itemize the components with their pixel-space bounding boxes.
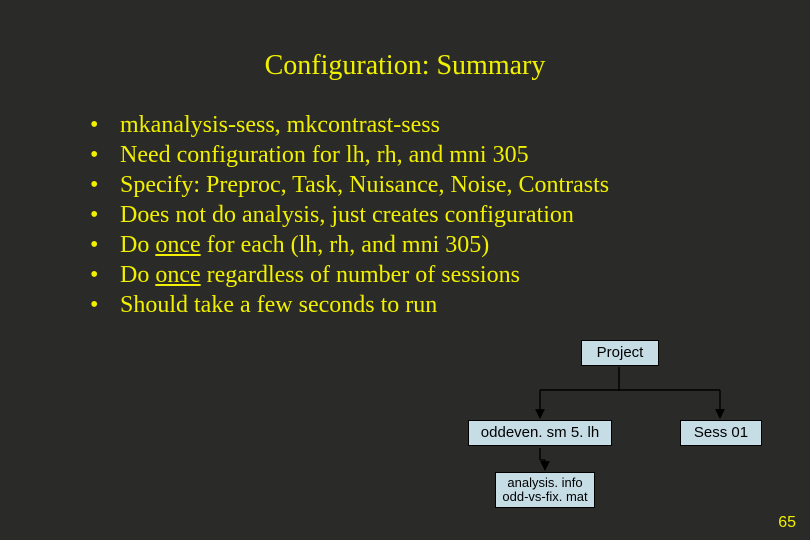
bullet-text: Specify: Preproc, Task, Nuisance, Noise,… [120,170,770,200]
list-item: • Need configuration for lh, rh, and mni… [90,140,770,170]
list-item: • Does not do analysis, just creates con… [90,200,770,230]
diagram-box-oddeven: oddeven. sm 5. lh [468,420,612,446]
list-item: • mkanalysis-sess, mkcontrast-sess [90,110,770,140]
bullet-marker: • [90,140,120,170]
bullet-text: Do once for each (lh, rh, and mni 305) [120,230,770,260]
slide-title: Configuration: Summary [0,0,810,110]
bullet-text: Should take a few seconds to run [120,290,770,320]
diagram-box-project: Project [581,340,659,366]
bullet-marker: • [90,200,120,230]
bullet-text: mkanalysis-sess, mkcontrast-sess [120,110,770,140]
list-item: • Should take a few seconds to run [90,290,770,320]
bullet-text: Do once regardless of number of sessions [120,260,770,290]
bullet-marker: • [90,290,120,320]
diagram-box-sess: Sess 01 [680,420,762,446]
list-item: • Do once regardless of number of sessio… [90,260,770,290]
bullet-marker: • [90,260,120,290]
bullet-marker: • [90,230,120,260]
list-item: • Do once for each (lh, rh, and mni 305) [90,230,770,260]
bullet-marker: • [90,110,120,140]
bullet-list: • mkanalysis-sess, mkcontrast-sess • Nee… [0,110,810,320]
bullet-text: Does not do analysis, just creates confi… [120,200,770,230]
page-number: 65 [778,514,796,532]
diagram-box-analysis: analysis. info odd-vs-fix. mat [495,472,595,508]
bullet-text: Need configuration for lh, rh, and mni 3… [120,140,770,170]
list-item: • Specify: Preproc, Task, Nuisance, Nois… [90,170,770,200]
bullet-marker: • [90,170,120,200]
